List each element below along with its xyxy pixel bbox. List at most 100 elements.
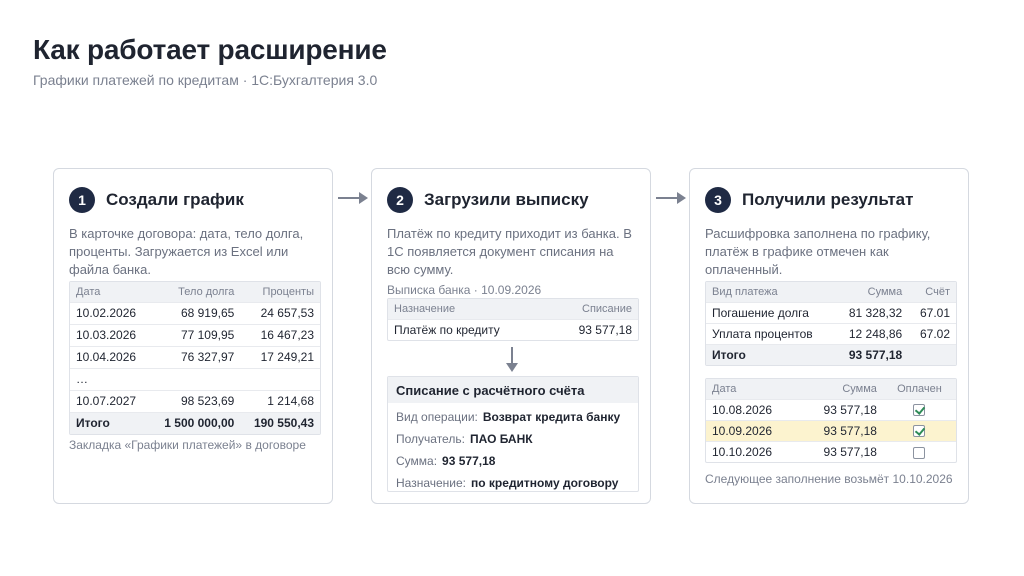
column-header-account: Счёт bbox=[908, 282, 956, 302]
column-header-interest: Проценты bbox=[240, 282, 320, 302]
field-label: Назначение: bbox=[396, 475, 467, 490]
total-principal: 1 500 000,00 bbox=[149, 411, 241, 434]
cell-date: 10.08.2026 bbox=[706, 398, 799, 420]
total-label: Итого bbox=[70, 411, 150, 434]
column-header-payment-type: Вид платежа bbox=[706, 282, 834, 302]
table-row: Платёж по кредиту 93 577,18 bbox=[388, 318, 638, 340]
cell-date: 10.07.2027 bbox=[70, 389, 150, 412]
step-number-badge: 2 bbox=[387, 187, 413, 213]
next-fill-note: Следующее заполнение возьмёт 10.10.2026 bbox=[705, 472, 953, 486]
step-card-create-schedule: 1 Создали график В карточке договора: да… bbox=[53, 168, 333, 504]
payment-breakdown-table: Вид платежа Сумма Счёт Погашение долга 8… bbox=[705, 281, 957, 366]
cell-paid bbox=[882, 419, 956, 441]
table-total-row: Итого 1 500 000,00 190 550,43 bbox=[70, 411, 320, 434]
arrow-down-icon bbox=[506, 347, 518, 372]
column-header-purpose: Назначение bbox=[388, 299, 549, 319]
schedule-note: Закладка «Графики платежей» в договоре bbox=[69, 438, 306, 452]
document-field-recipient: Получатель: ПАО БАНК bbox=[388, 428, 638, 449]
cell-interest: 16 467,23 bbox=[240, 323, 320, 346]
checkbox-icon[interactable] bbox=[913, 425, 926, 438]
column-header-sum: Сумма bbox=[833, 282, 909, 302]
cell-principal: 68 919,65 bbox=[149, 301, 241, 324]
column-header-debit: Списание bbox=[548, 299, 638, 319]
table-row: 10.03.2026 77 109,95 16 467,23 bbox=[70, 323, 320, 346]
page-title: Как работает расширение bbox=[33, 34, 387, 65]
cell-interest: 17 249,21 bbox=[240, 345, 320, 368]
checkbox-icon[interactable] bbox=[913, 404, 926, 417]
cell-paid bbox=[882, 398, 956, 420]
table-row-ellipsis: … bbox=[70, 367, 320, 390]
field-value: 93 577,18 bbox=[442, 453, 496, 468]
cell-sum: 93 577,18 bbox=[798, 419, 883, 441]
cell-interest bbox=[240, 367, 320, 390]
cell-principal: 98 523,69 bbox=[149, 389, 241, 412]
document-field-amount: Сумма: 93 577,18 bbox=[388, 450, 638, 471]
total-sum: 93 577,18 bbox=[833, 343, 909, 365]
document-title: Списание с расчётного счёта bbox=[388, 377, 638, 403]
document-field-operation: Вид операции: Возврат кредита банку bbox=[388, 406, 638, 427]
cell-paid bbox=[882, 440, 956, 462]
step-description: В карточке договора: дата, тело долга, п… bbox=[69, 226, 304, 277]
bank-statement-table: Назначение Списание Платёж по кредиту 93… bbox=[387, 298, 639, 341]
writeoff-document-card: Списание с расчётного счёта Вид операции… bbox=[387, 376, 639, 492]
cell-sum: 93 577,18 bbox=[798, 440, 883, 462]
field-value: по кредитному договору bbox=[471, 475, 619, 490]
step-description: Расшифровка заполнена по графику, платёж… bbox=[705, 226, 931, 277]
step-header: 2 Загрузили выписку bbox=[387, 187, 589, 213]
cell-sum: 81 328,32 bbox=[833, 301, 909, 323]
table-row: 10.02.2026 68 919,65 24 657,53 bbox=[70, 301, 320, 324]
arrow-right-icon bbox=[338, 192, 368, 204]
field-value: ПАО БАНК bbox=[469, 431, 533, 446]
checkbox-icon[interactable] bbox=[913, 446, 926, 459]
table-total-row: Итого 93 577,18 bbox=[706, 343, 956, 365]
cell-account: 67.02 bbox=[908, 322, 956, 344]
table-row: 10.07.2027 98 523,69 1 214,68 bbox=[70, 389, 320, 412]
step-title: Получили результат bbox=[742, 190, 914, 209]
step-title: Загрузили выписку bbox=[424, 190, 589, 209]
cell-debit: 93 577,18 bbox=[548, 318, 638, 340]
cell-ellipsis: … bbox=[70, 367, 150, 390]
table-row: Погашение долга 81 328,32 67.01 bbox=[706, 301, 956, 323]
cell-payment-type: Уплата процентов bbox=[706, 322, 834, 344]
table-row: 10.08.2026 93 577,18 bbox=[706, 398, 956, 420]
cell-date: 10.10.2026 bbox=[706, 440, 799, 462]
table-row: Уплата процентов 12 248,86 67.02 bbox=[706, 322, 956, 344]
column-header-date: Дата bbox=[70, 282, 150, 302]
cell-principal: 76 327,97 bbox=[149, 345, 241, 368]
cell-account: 67.01 bbox=[908, 301, 956, 323]
cell-interest: 1 214,68 bbox=[240, 389, 320, 412]
field-value: Возврат кредита банку bbox=[482, 409, 621, 424]
column-header-paid: Оплачен bbox=[882, 379, 956, 399]
cell-principal bbox=[149, 367, 241, 390]
document-field-purpose: Назначение: по кредитному договору bbox=[388, 472, 638, 493]
total-label: Итого bbox=[706, 343, 834, 365]
table-row-highlighted: 10.09.2026 93 577,18 bbox=[706, 419, 956, 441]
total-account bbox=[908, 343, 956, 365]
cell-date: 10.03.2026 bbox=[70, 323, 150, 346]
field-label: Вид операции: bbox=[396, 409, 478, 424]
step-number-badge: 1 bbox=[69, 187, 95, 213]
schedule-payments-table: Дата Сумма Оплачен 10.08.2026 93 577,18 … bbox=[705, 378, 957, 463]
cell-date: 10.02.2026 bbox=[70, 301, 150, 324]
total-interest: 190 550,43 bbox=[240, 411, 320, 434]
step-number-badge: 3 bbox=[705, 187, 731, 213]
step-card-result: 3 Получили результат Расшифровка заполне… bbox=[689, 168, 969, 504]
payment-schedule-table: Дата Тело долга Проценты 10.02.2026 68 9… bbox=[69, 281, 321, 435]
step-title: Создали график bbox=[106, 190, 244, 209]
cell-principal: 77 109,95 bbox=[149, 323, 241, 346]
table-row: 10.04.2026 76 327,97 17 249,21 bbox=[70, 345, 320, 368]
table-row: 10.10.2026 93 577,18 bbox=[706, 440, 956, 462]
cell-sum: 12 248,86 bbox=[833, 322, 909, 344]
cell-date: 10.04.2026 bbox=[70, 345, 150, 368]
cell-interest: 24 657,53 bbox=[240, 301, 320, 324]
step-card-load-statement: 2 Загрузили выписку Платёж по кредиту пр… bbox=[371, 168, 651, 504]
column-header-principal: Тело долга bbox=[149, 282, 241, 302]
bank-statement-caption: Выписка банка · 10.09.2026 bbox=[387, 283, 542, 297]
cell-payment-type: Погашение долга bbox=[706, 301, 834, 323]
page-subtitle: Графики платежей по кредитам · 1С:Бухгал… bbox=[33, 72, 378, 88]
field-label: Получатель: bbox=[396, 431, 465, 446]
step-description: Платёж по кредиту приходит из банка. В 1… bbox=[387, 226, 632, 277]
cell-date: 10.09.2026 bbox=[706, 419, 799, 441]
step-header: 1 Создали график bbox=[69, 187, 244, 213]
step-header: 3 Получили результат bbox=[705, 187, 913, 213]
